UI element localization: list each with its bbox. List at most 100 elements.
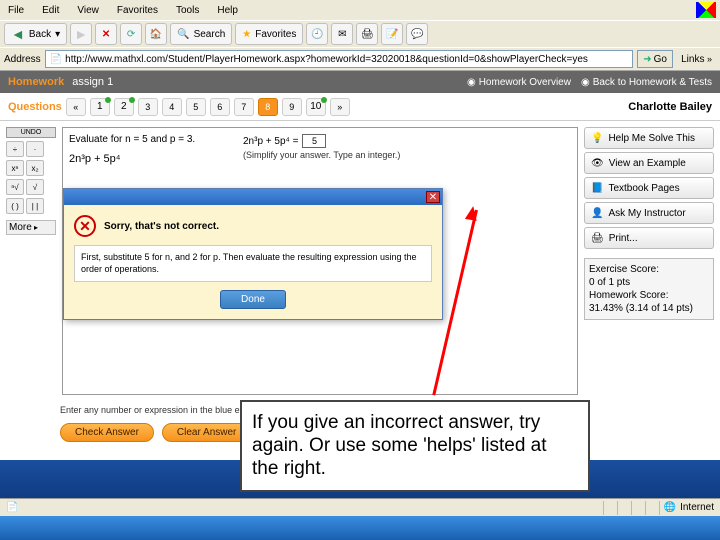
overview-icon: ◉: [467, 77, 476, 88]
question-1[interactable]: 1: [90, 98, 110, 116]
chevron-down-icon: ▾: [55, 29, 60, 40]
person-icon: 👤: [591, 208, 603, 219]
bulb-icon: 💡: [591, 133, 603, 144]
next-question-button[interactable]: »: [330, 98, 350, 116]
back-arrow-icon: ◄: [11, 26, 25, 42]
links-label[interactable]: Links »: [677, 54, 716, 65]
more-button[interactable]: More ▸: [6, 220, 56, 235]
back-button[interactable]: ◄Back▾: [4, 23, 67, 45]
book-icon: 📘: [591, 183, 603, 194]
clear-answer-button[interactable]: Clear Answer: [162, 423, 251, 442]
favorites-button[interactable]: ★Favorites: [235, 23, 303, 45]
menu-edit[interactable]: Edit: [38, 3, 63, 18]
menu-help[interactable]: Help: [213, 3, 242, 18]
menu-file[interactable]: File: [4, 3, 28, 18]
question-3[interactable]: 3: [138, 98, 158, 116]
palette-power[interactable]: xⁿ: [6, 160, 24, 176]
popup-message: Sorry, that's not correct.: [104, 221, 219, 232]
question-4[interactable]: 4: [162, 98, 182, 116]
discuss-button[interactable]: 💬: [406, 23, 428, 45]
forward-button[interactable]: ►: [70, 23, 92, 45]
status-cells: [603, 501, 660, 515]
question-2[interactable]: 2: [114, 98, 134, 116]
tool-palette: UNDO ÷· xⁿx₂ ⁿ√√ ( )| | More ▸: [6, 127, 56, 395]
history-button[interactable]: 🕘: [306, 23, 328, 45]
browser-chrome: File Edit View Favorites Tools Help ◄Bac…: [0, 0, 720, 71]
feedback-popup: ✕ ✕ Sorry, that's not correct. First, su…: [63, 188, 443, 320]
palette-dot[interactable]: ·: [26, 141, 44, 157]
assignment-name: assign 1: [72, 76, 113, 88]
menu-tools[interactable]: Tools: [172, 3, 203, 18]
question-10[interactable]: 10: [306, 98, 326, 116]
palette-divide[interactable]: ÷: [6, 141, 24, 157]
search-button[interactable]: 🔍Search: [170, 23, 232, 45]
refresh-icon: ⟳: [127, 29, 135, 40]
undo-button[interactable]: UNDO: [6, 127, 56, 138]
edit-icon: 📝: [386, 29, 398, 40]
error-icon: ✕: [74, 215, 96, 237]
homework-overview-link[interactable]: ◉Homework Overview: [467, 77, 571, 88]
stop-button[interactable]: ✕: [95, 23, 117, 45]
palette-paren[interactable]: ( ): [6, 198, 24, 214]
homework-score-label: Homework Score:: [589, 289, 709, 302]
address-input[interactable]: 📄http://www.mathxl.com/Student/PlayerHom…: [45, 50, 633, 68]
user-name: Charlotte Bailey: [628, 101, 712, 113]
question-panel: Evaluate for n = 5 and p = 3. 2n³p + 5p⁴…: [62, 127, 578, 395]
windows-flag-icon: [696, 2, 716, 18]
eye-icon: 👁: [591, 158, 604, 169]
question-9[interactable]: 9: [282, 98, 302, 116]
palette-nroot[interactable]: ⁿ√: [6, 179, 24, 195]
refresh-button[interactable]: ⟳: [120, 23, 142, 45]
home-button[interactable]: 🏠: [145, 23, 167, 45]
palette-abs[interactable]: | |: [26, 198, 44, 214]
edit-button[interactable]: 📝: [381, 23, 403, 45]
callout-arrowhead: [465, 205, 479, 221]
go-arrow-icon: ➜: [643, 54, 651, 65]
questions-label: Questions: [8, 101, 62, 113]
back-to-tests-link[interactable]: ◉Back to Homework & Tests: [581, 77, 712, 88]
forward-arrow-icon: ►: [74, 26, 88, 42]
print-button-help[interactable]: 🖨Print...: [584, 227, 714, 249]
menubar: File Edit View Favorites Tools Help: [0, 0, 720, 20]
homework-label: Homework: [8, 76, 64, 88]
internet-zone-label: Internet: [680, 502, 714, 513]
question-8[interactable]: 8: [258, 98, 278, 116]
menu-view[interactable]: View: [73, 3, 103, 18]
homework-score-value: 31.43% (3.14 of 14 pts): [589, 302, 709, 315]
mail-button[interactable]: ✉: [331, 23, 353, 45]
address-label: Address: [4, 54, 41, 65]
status-page-icon: 📄: [6, 502, 18, 513]
question-7[interactable]: 7: [234, 98, 254, 116]
score-box: Exercise Score: 0 of 1 pts Homework Scor…: [584, 258, 714, 320]
print-icon: 🖨: [591, 233, 604, 244]
home-icon: 🏠: [150, 29, 162, 40]
ask-instructor-button[interactable]: 👤Ask My Instructor: [584, 202, 714, 224]
done-button[interactable]: Done: [220, 290, 286, 309]
close-icon: ✕: [429, 192, 437, 203]
textbook-button[interactable]: 📘Textbook Pages: [584, 177, 714, 199]
question-6[interactable]: 6: [210, 98, 230, 116]
popup-titlebar: ✕: [64, 189, 442, 205]
menu-favorites[interactable]: Favorites: [113, 3, 162, 18]
check-answer-button[interactable]: Check Answer: [60, 423, 154, 442]
go-button[interactable]: ➜Go: [637, 50, 673, 68]
question-5[interactable]: 5: [186, 98, 206, 116]
help-column: 💡Help Me Solve This 👁View an Example 📘Te…: [584, 127, 714, 395]
internet-zone-icon: 🌐: [664, 502, 676, 513]
help-solve-button[interactable]: 💡Help Me Solve This: [584, 127, 714, 149]
workspace: UNDO ÷· xⁿx₂ ⁿ√√ ( )| | More ▸ Evaluate …: [0, 121, 720, 401]
palette-sub[interactable]: x₂: [26, 160, 44, 176]
palette-sqrt[interactable]: √: [26, 179, 44, 195]
stop-icon: ✕: [102, 29, 110, 40]
exercise-score-value: 0 of 1 pts: [589, 276, 709, 289]
history-icon: 🕘: [311, 29, 323, 40]
print-icon: 🖨: [361, 29, 374, 40]
mail-icon: ✉: [338, 29, 346, 40]
answer-input[interactable]: 5: [302, 134, 326, 148]
print-button[interactable]: 🖨: [356, 23, 378, 45]
exercise-score-label: Exercise Score:: [589, 263, 709, 276]
view-example-button[interactable]: 👁View an Example: [584, 152, 714, 174]
prev-question-button[interactable]: «: [66, 98, 86, 116]
popup-close-button[interactable]: ✕: [426, 191, 440, 203]
toolbar: ◄Back▾ ► ✕ ⟳ 🏠 🔍Search ★Favorites 🕘 ✉ 🖨 …: [0, 20, 720, 47]
